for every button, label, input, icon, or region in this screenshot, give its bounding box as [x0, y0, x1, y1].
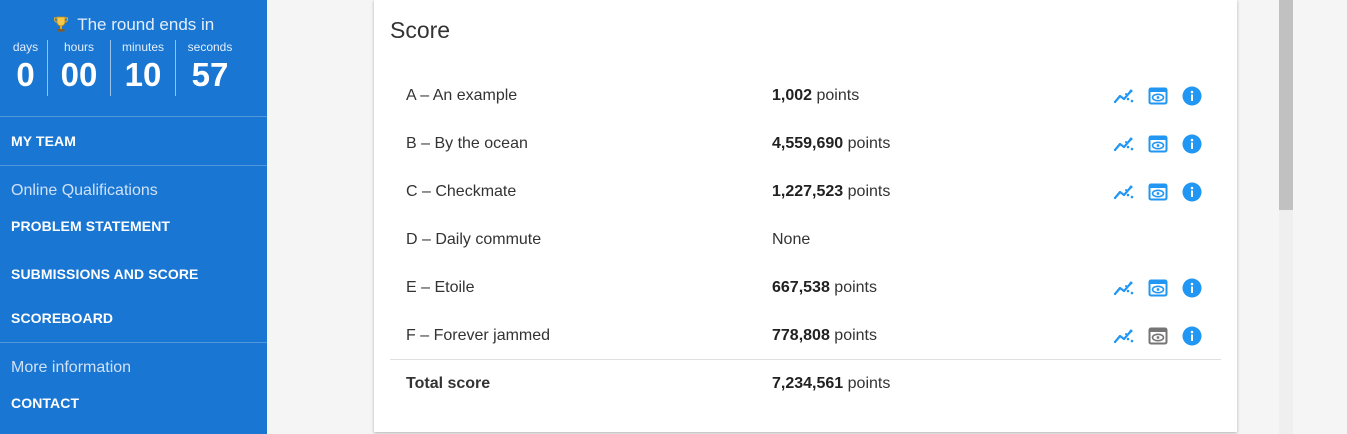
total-score: 7,234,561 points	[772, 375, 890, 393]
nav-my-team[interactable]: MY TEAM	[0, 117, 267, 165]
task-name: D – Daily commute	[406, 231, 542, 248]
total-row: Total score 7,234,561 points	[390, 360, 1221, 408]
score-card: Score A – An example 1,002 points B – By t…	[374, 0, 1237, 432]
timer-minutes-value: 10	[124, 56, 162, 93]
countdown-timer: The round ends in days 0 hours 00 minute…	[0, 0, 267, 117]
table-row: D – Daily commute None	[390, 216, 1221, 264]
task-score: None	[772, 231, 810, 249]
task-score-unit: points	[816, 87, 860, 104]
scrollbar-thumb[interactable]	[1279, 0, 1293, 210]
task-name: A – An example	[406, 87, 518, 104]
table-row: A – An example 1,002 points	[390, 72, 1221, 120]
timer-minutes: minutes 10	[111, 40, 176, 96]
nav-contact[interactable]: CONTACT	[0, 379, 267, 427]
nav-section-online-qualifications: Online Qualifications PROBLEM STATEMENT …	[0, 166, 267, 343]
timer-days-value: 0	[16, 56, 35, 93]
scrollbar[interactable]	[1279, 0, 1293, 434]
nav-submissions-and-score[interactable]: SUBMISSIONS AND SCORE	[0, 250, 267, 298]
timer-title-row: The round ends in	[0, 0, 267, 36]
task-score: 778,808 points	[772, 327, 877, 345]
task-score: 4,559,690 points	[772, 135, 890, 153]
nav-problem-statement[interactable]: PROBLEM STATEMENT	[0, 202, 267, 250]
nav-heading-online-qualifications: Online Qualifications	[11, 182, 158, 199]
score-card-title: Score	[390, 17, 451, 43]
task-name: E – Etoile	[406, 279, 475, 296]
sidebar: The round ends in days 0 hours 00 minute…	[0, 0, 267, 434]
task-points: 667,538	[772, 279, 830, 296]
task-points: 778,808	[772, 327, 830, 344]
nav-section-team: MY TEAM	[0, 117, 267, 166]
info-icon[interactable]	[1180, 84, 1204, 108]
timer-seconds-label: seconds	[187, 40, 233, 54]
timer-units: days 0 hours 00 minutes 10 seconds 57	[0, 40, 267, 96]
task-name: C – Checkmate	[406, 183, 517, 200]
task-score: 667,538 points	[772, 279, 877, 297]
nav-section-more-information: More information CONTACT	[0, 343, 267, 427]
task-score-unit: points	[847, 135, 891, 152]
view-icon[interactable]	[1146, 84, 1170, 108]
task-score-unit: None	[772, 231, 811, 248]
task-score-unit: points	[834, 327, 877, 344]
timer-hours: hours 00	[48, 40, 111, 96]
timer-days-label: days	[12, 40, 39, 54]
task-name: B – By the ocean	[406, 135, 528, 152]
task-name: F – Forever jammed	[406, 327, 551, 344]
info-icon[interactable]	[1180, 324, 1204, 348]
total-unit: points	[847, 375, 891, 392]
timer-seconds: seconds 57	[176, 40, 244, 96]
row-actions	[1102, 276, 1204, 300]
chart-icon[interactable]	[1112, 276, 1136, 300]
table-row: F – Forever jammed 778,808 points	[390, 312, 1221, 360]
task-score-unit: points	[834, 279, 877, 296]
nav-heading-more-information: More information	[11, 359, 132, 376]
row-actions	[1102, 180, 1204, 204]
timer-days: days 0	[4, 40, 48, 96]
timer-title: The round ends in	[77, 15, 215, 34]
view-icon[interactable]	[1146, 180, 1170, 204]
total-label: Total score	[406, 375, 491, 392]
task-score: 1,002 points	[772, 87, 859, 105]
nav-scoreboard[interactable]: SCOREBOARD	[0, 298, 267, 342]
timer-hours-value: 00	[60, 56, 98, 93]
timer-hours-label: hours	[63, 40, 95, 54]
task-points: 1,002	[772, 87, 813, 104]
row-actions	[1102, 324, 1204, 348]
table-row: B – By the ocean 4,559,690 points	[390, 120, 1221, 168]
timer-seconds-value: 57	[191, 56, 229, 93]
row-actions	[1102, 84, 1204, 108]
timer-minutes-label: minutes	[121, 40, 165, 54]
chart-icon[interactable]	[1112, 132, 1136, 156]
chart-icon[interactable]	[1112, 180, 1136, 204]
total-points: 7,234,561	[772, 375, 844, 392]
task-score-unit: points	[847, 183, 891, 200]
chart-icon[interactable]	[1112, 84, 1136, 108]
trophy-icon	[53, 16, 69, 39]
view-icon[interactable]	[1146, 132, 1170, 156]
row-actions	[1102, 132, 1204, 156]
table-row: C – Checkmate 1,227,523 points	[390, 168, 1221, 216]
task-score: 1,227,523 points	[772, 183, 890, 201]
view-icon[interactable]	[1146, 276, 1170, 300]
table-row: E – Etoile 667,538 points	[390, 264, 1221, 312]
task-points: 1,227,523	[772, 183, 844, 200]
info-icon[interactable]	[1180, 132, 1204, 156]
view-icon[interactable]	[1146, 324, 1170, 348]
chart-icon[interactable]	[1112, 324, 1136, 348]
task-points: 4,559,690	[772, 135, 844, 152]
info-icon[interactable]	[1180, 180, 1204, 204]
info-icon[interactable]	[1180, 276, 1204, 300]
